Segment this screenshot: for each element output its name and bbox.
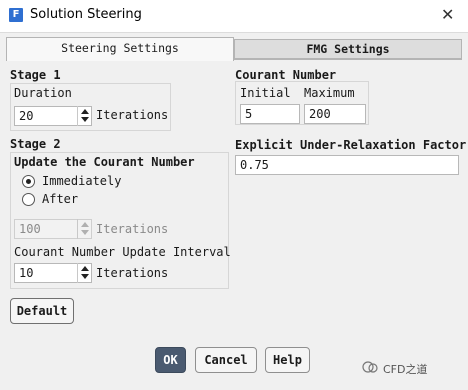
after-iterations-value: 100 <box>19 222 41 236</box>
radio-after-label[interactable]: After <box>42 192 78 206</box>
watermark-text: CFD之道 <box>383 363 428 376</box>
app-icon: F <box>9 8 23 22</box>
tab-fmg-settings[interactable]: FMG Settings <box>234 39 462 59</box>
after-spinner <box>77 219 91 239</box>
interval-spinner[interactable] <box>77 263 91 283</box>
spin-down-icon[interactable] <box>81 117 89 122</box>
stage2-heading: Stage 2 <box>10 137 61 151</box>
after-iterations-unit: Iterations <box>96 222 169 236</box>
duration-input[interactable]: 20 <box>14 106 92 126</box>
duration-unit: Iterations <box>96 108 169 122</box>
close-icon[interactable]: ✕ <box>441 5 454 24</box>
radio-selected-dot <box>26 179 31 184</box>
spin-up-icon[interactable] <box>81 266 89 271</box>
spin-down-icon[interactable] <box>81 274 89 279</box>
spin-up-icon[interactable] <box>81 109 89 114</box>
explicit-urf-label: Explicit Under-Relaxation Factor <box>235 138 467 152</box>
radio-after[interactable] <box>22 193 35 206</box>
watermark-logo-icon <box>362 360 378 377</box>
ok-button[interactable]: OK <box>155 347 186 373</box>
update-courant-heading: Update the Courant Number <box>14 155 195 169</box>
maximum-input[interactable]: 200 <box>304 104 366 124</box>
tab-steering-settings[interactable]: Steering Settings <box>6 37 234 61</box>
cancel-button[interactable]: Cancel <box>195 347 257 373</box>
interval-input[interactable]: 10 <box>14 263 92 283</box>
radio-immediately[interactable] <box>22 175 35 188</box>
window-title: Solution Steering <box>30 7 142 22</box>
spin-up-icon <box>81 222 89 227</box>
interval-unit: Iterations <box>96 266 169 280</box>
duration-spinner[interactable] <box>77 106 91 126</box>
spin-down-icon <box>81 230 89 235</box>
stage1-heading: Stage 1 <box>10 68 61 82</box>
duration-value: 20 <box>19 109 34 123</box>
help-button[interactable]: Help <box>265 347 310 373</box>
maximum-label: Maximum <box>304 86 355 100</box>
radio-immediately-label[interactable]: Immediately <box>42 174 121 188</box>
after-iterations-input: 100 <box>14 219 92 239</box>
initial-label: Initial <box>240 86 291 100</box>
interval-value: 10 <box>19 266 34 280</box>
explicit-urf-input[interactable]: 0.75 <box>235 155 459 175</box>
default-button[interactable]: Default <box>10 298 74 324</box>
interval-label: Courant Number Update Interval <box>14 245 231 259</box>
duration-label: Duration <box>14 86 72 100</box>
initial-input[interactable]: 5 <box>240 104 300 124</box>
courant-heading: Courant Number <box>235 68 337 82</box>
